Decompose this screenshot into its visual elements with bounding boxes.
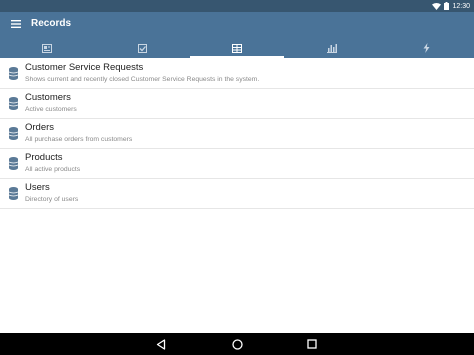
records-list: Customer Service Requests Shows current … [0, 59, 474, 209]
database-icon [8, 157, 19, 170]
database-icon [8, 67, 19, 80]
database-icon [8, 97, 19, 110]
home-icon[interactable] [230, 337, 244, 351]
back-icon[interactable] [154, 337, 168, 351]
list-item-subtitle: Shows current and recently closed Custom… [25, 76, 260, 83]
list-item-customer-service-requests[interactable]: Customer Service Requests Shows current … [0, 59, 474, 89]
tab-contacts[interactable] [0, 38, 95, 58]
hamburger-menu-icon[interactable] [6, 16, 26, 32]
checkbox-icon [137, 43, 147, 53]
list-item-subtitle: Active customers [25, 106, 77, 113]
list-item-title: Customer Service Requests [25, 62, 144, 73]
lightning-icon [423, 43, 430, 53]
list-item-customers[interactable]: Customers Active customers [0, 89, 474, 119]
list-item-subtitle: All active products [25, 166, 81, 173]
database-icon [8, 187, 19, 200]
list-item-users[interactable]: Users Directory of users [0, 179, 474, 209]
status-bar: 12:30 [0, 0, 474, 12]
list-item-orders[interactable]: Orders All purchase orders from customer… [0, 119, 474, 149]
recents-icon[interactable] [305, 337, 319, 351]
status-time: 12:30 [452, 2, 470, 10]
tab-tasks[interactable] [95, 38, 190, 58]
database-icon [8, 127, 19, 140]
list-item-subtitle: Directory of users [25, 196, 79, 203]
tab-records[interactable] [189, 38, 285, 58]
list-item-title: Orders [25, 122, 55, 133]
contact-card-icon [42, 43, 53, 53]
list-item-title: Products [25, 152, 63, 163]
battery-icon [444, 2, 450, 10]
wifi-icon [432, 2, 442, 10]
tab-bar [0, 38, 474, 58]
list-item-products[interactable]: Products All active products [0, 149, 474, 179]
tab-reports[interactable] [284, 38, 379, 58]
records-list-icon [231, 43, 242, 53]
bar-chart-icon [326, 43, 337, 53]
list-item-title: Users [25, 182, 50, 193]
tab-actions[interactable] [379, 38, 474, 58]
list-item-subtitle: All purchase orders from customers [25, 136, 133, 143]
app-title: Records [31, 18, 72, 29]
system-nav-bar [0, 333, 474, 355]
list-item-title: Customers [25, 92, 71, 103]
status-indicators: 12:30 [432, 0, 470, 12]
app-bar: Records [0, 12, 474, 58]
